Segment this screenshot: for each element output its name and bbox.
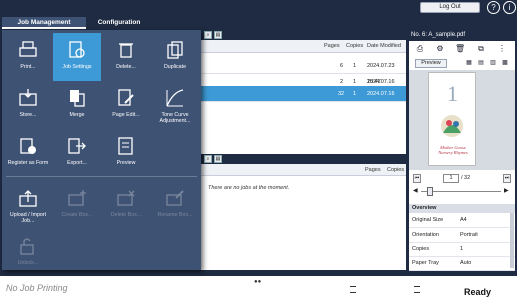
status-bar: ●● No Job Printing Ready bbox=[0, 276, 517, 306]
logout-button[interactable]: Log Out bbox=[420, 2, 480, 13]
delete-box-icon bbox=[117, 190, 135, 206]
duplicate-icon bbox=[167, 41, 183, 59]
menu-page-edit-button[interactable]: Page Edit... bbox=[102, 81, 150, 129]
search-icon[interactable]: ⌕ bbox=[204, 155, 212, 163]
page-total: / 32 bbox=[461, 175, 471, 181]
search-icon[interactable]: ⌕ bbox=[204, 31, 212, 39]
chevron-right-icon[interactable]: ▶ bbox=[504, 187, 509, 194]
create-box-icon bbox=[68, 190, 86, 206]
thumbnail-text: Mother Goose Nursery Rhymes bbox=[438, 145, 468, 155]
page-thumbnail[interactable]: 1 Mother Goose Nursery Rhymes bbox=[428, 72, 476, 166]
menu-job-settings-button[interactable]: Job Settings bbox=[53, 33, 101, 81]
last-page-icon[interactable]: ⏭ bbox=[503, 174, 511, 183]
register-form-icon bbox=[20, 138, 36, 154]
menu-export-button[interactable]: Export... bbox=[53, 129, 101, 177]
overview-scrollbar[interactable] bbox=[510, 213, 514, 268]
slider-knob[interactable] bbox=[427, 187, 433, 196]
job-detail-panel: No. 6: A_sample.pdf ⎙ ⚙ 🗑 ⧉ ⋮ Preview ▦ … bbox=[409, 30, 515, 271]
menu-merge-button[interactable]: Merge bbox=[53, 81, 101, 129]
tab-bar: Job Management Configuration bbox=[0, 17, 517, 29]
menu-divider bbox=[6, 176, 197, 177]
job-settings-icon bbox=[69, 41, 85, 58]
overview-header: Overview bbox=[409, 204, 515, 213]
col-copies[interactable]: Copies bbox=[387, 164, 404, 176]
page-list-icon[interactable]: ▥ bbox=[488, 58, 498, 68]
page-number-input[interactable]: 1 bbox=[443, 174, 459, 183]
more-icon[interactable]: ⋮ bbox=[497, 44, 507, 54]
rename-box-icon bbox=[166, 190, 184, 206]
view-toggle-icon[interactable]: ▤ bbox=[214, 31, 222, 39]
unlock-icon bbox=[20, 238, 34, 255]
tab-job-management[interactable]: Job Management bbox=[2, 17, 86, 29]
page-edit-icon[interactable]: ▤ bbox=[476, 58, 486, 68]
thumbnail-illustration bbox=[441, 115, 463, 137]
menu-register-form-button[interactable]: Register as Form bbox=[4, 129, 52, 177]
menu-store-button[interactable]: Store... bbox=[4, 81, 52, 129]
overview-row: Orientation Portrait bbox=[409, 228, 515, 243]
job-detail-title: No. 6: A_sample.pdf bbox=[409, 30, 515, 41]
page-edit-icon bbox=[118, 89, 134, 106]
menu-upload-import-button[interactable]: Upload / Import Job... bbox=[4, 181, 52, 229]
chevron-left-icon[interactable]: ◀ bbox=[413, 187, 418, 194]
help-icon[interactable]: ? bbox=[487, 1, 500, 14]
first-page-icon[interactable]: ⏮ bbox=[413, 174, 421, 183]
printing-status: No Job Printing bbox=[6, 283, 68, 293]
printer-state: Ready bbox=[464, 287, 492, 297]
merge-icon bbox=[70, 90, 85, 107]
menu-preview-button[interactable]: Preview bbox=[102, 129, 150, 177]
preview-button[interactable]: Preview bbox=[415, 59, 447, 68]
page-slider[interactable]: ◀ ▶ bbox=[413, 187, 511, 196]
menu-rename-box-button[interactable]: Rename Box... bbox=[151, 181, 199, 229]
thumbnail-page-number: 1 bbox=[447, 81, 458, 106]
upload-icon bbox=[19, 190, 37, 207]
menu-duplicate-button[interactable]: Duplicate bbox=[151, 33, 199, 81]
overview-row: Original Size A4 bbox=[409, 213, 515, 228]
export-icon bbox=[68, 138, 86, 154]
detail-toolbar: ⎙ ⚙ 🗑 ⧉ ⋮ bbox=[409, 41, 515, 57]
menu-create-box-button[interactable]: Create Box... bbox=[53, 181, 101, 229]
menu-print-button[interactable]: Print... bbox=[4, 33, 52, 81]
page-grid-icon[interactable]: ▩ bbox=[500, 58, 510, 68]
more-icon[interactable]: ●● bbox=[254, 279, 261, 285]
col-copies[interactable]: Copies bbox=[346, 40, 363, 53]
trash-icon bbox=[119, 43, 133, 58]
trash-icon[interactable]: 🗑 bbox=[455, 44, 465, 54]
job-menu: Print... Job Settings Delete... Duplicat… bbox=[2, 30, 201, 270]
menu-delete-box-button[interactable]: Delete Box... bbox=[102, 181, 150, 229]
page-view-icon[interactable]: ▦ bbox=[464, 58, 474, 68]
menu-unlock-button[interactable]: Unlock... bbox=[4, 229, 52, 277]
top-bar: Log Out ? i bbox=[0, 0, 517, 17]
tab-configuration[interactable]: Configuration bbox=[88, 17, 150, 29]
print-icon[interactable]: ⎙ bbox=[415, 44, 425, 54]
preview-icon bbox=[118, 137, 133, 155]
print-icon bbox=[19, 41, 37, 57]
col-pages[interactable]: Pages bbox=[365, 164, 381, 176]
menu-delete-button[interactable]: Delete... bbox=[102, 33, 150, 81]
col-pages[interactable]: Pages bbox=[324, 40, 340, 53]
overview-row: Paper Tray Auto bbox=[409, 256, 515, 271]
tone-curve-icon bbox=[166, 89, 184, 107]
menu-tone-curve-button[interactable]: Tone Curve Adjustment... bbox=[151, 81, 199, 129]
overview-row: Copies 1 bbox=[409, 242, 515, 257]
view-toggle-icon[interactable]: ▤ bbox=[214, 155, 222, 163]
store-icon bbox=[19, 89, 37, 106]
duplicate-icon[interactable]: ⧉ bbox=[476, 44, 486, 54]
job-settings-icon[interactable]: ⚙ bbox=[435, 44, 445, 54]
info-icon[interactable]: i bbox=[503, 1, 516, 14]
col-date-modified[interactable]: Date Modified bbox=[367, 40, 401, 53]
queue-empty-text: There are no jobs at the moment. bbox=[208, 185, 290, 191]
